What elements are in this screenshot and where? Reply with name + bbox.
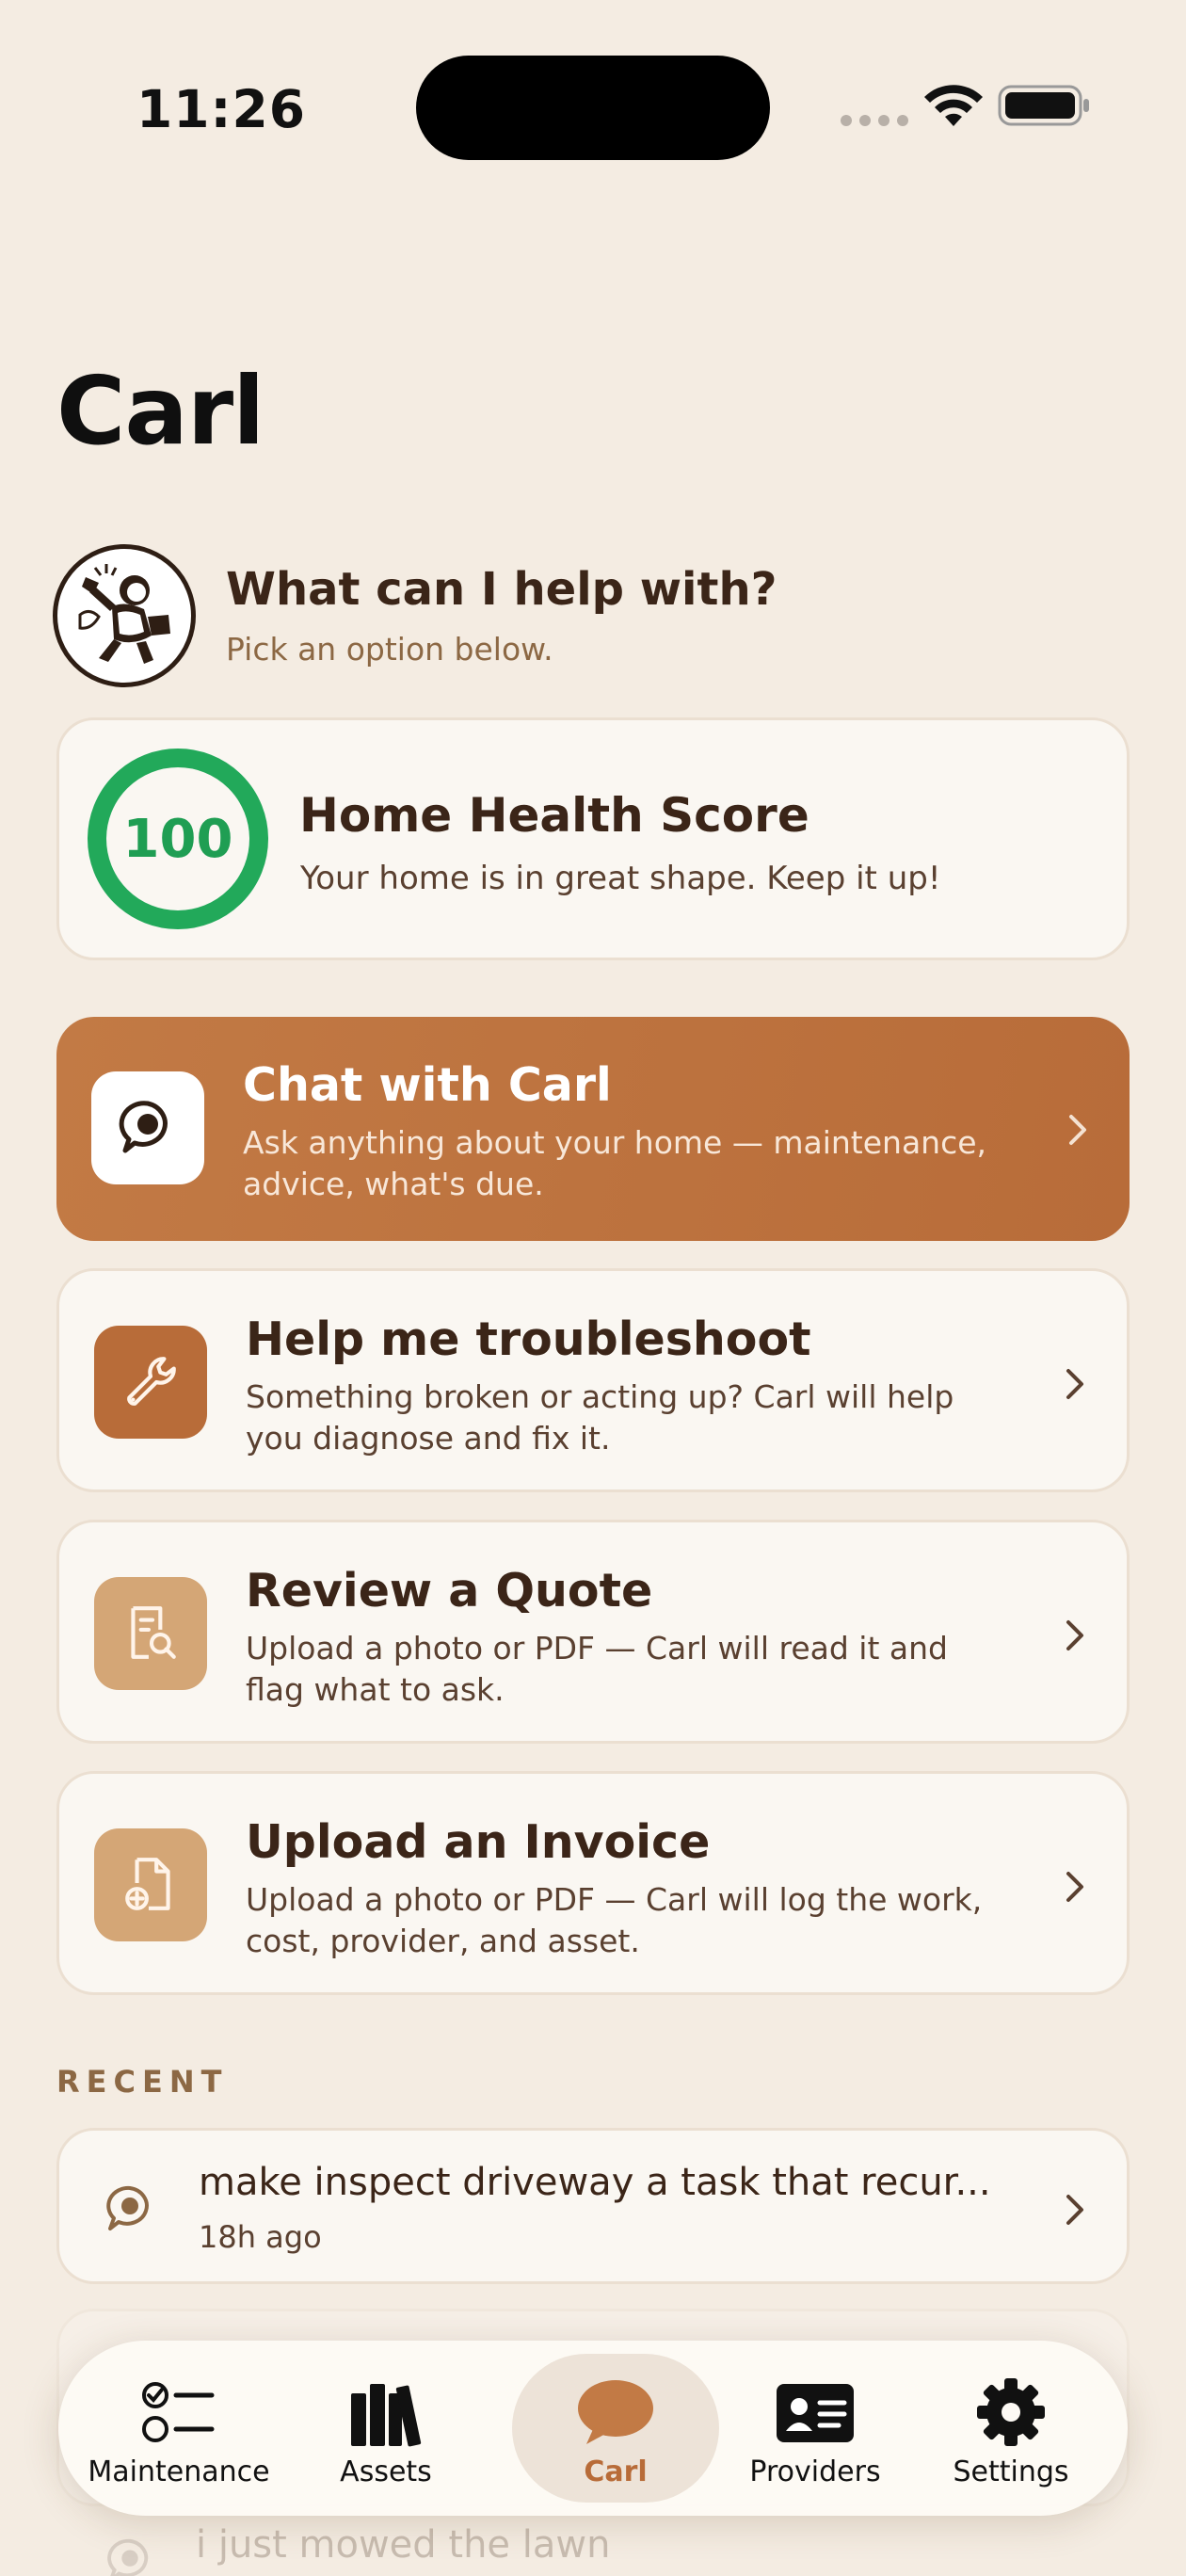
option-description: Ask anything about your home — maintenan… xyxy=(243,1124,987,1202)
help-subtitle: Pick an option below. xyxy=(226,631,553,668)
health-description: Your home is in great shape. Keep it up! xyxy=(300,860,941,897)
tab-maintenance[interactable]: Maintenance xyxy=(75,2341,282,2516)
tab-providers[interactable]: Providers xyxy=(712,2341,919,2516)
option-title: Upload an Invoice xyxy=(246,1815,711,1869)
tab-label: Maintenance xyxy=(88,2455,270,2488)
option-title: Chat with Carl xyxy=(243,1058,612,1112)
chevron-right-icon xyxy=(1069,1115,1086,1145)
tab-label: Assets xyxy=(340,2455,432,2488)
health-score-value: 100 xyxy=(122,808,233,870)
tab-label: Carl xyxy=(584,2455,648,2488)
checklist-icon xyxy=(136,2375,221,2450)
books-icon xyxy=(344,2375,428,2450)
tab-label: Settings xyxy=(953,2455,1069,2488)
carl-mascot-icon xyxy=(62,554,186,678)
document-add-icon xyxy=(94,1828,207,1941)
tab-carl[interactable]: Carl xyxy=(512,2341,719,2516)
gear-icon xyxy=(969,2375,1053,2450)
tab-settings[interactable]: Settings xyxy=(907,2341,1114,2516)
help-title: What can I help with? xyxy=(226,563,777,616)
id-card-icon xyxy=(773,2375,857,2450)
option-description: Something broken or acting up? Carl will… xyxy=(246,1378,954,1457)
chevron-right-icon xyxy=(1066,1369,1083,1399)
review-quote-card[interactable]: Review a Quote Upload a photo or PDF — C… xyxy=(56,1520,1130,1744)
option-title: Review a Quote xyxy=(246,1564,653,1618)
recent-title: make inspect driveway a task that recur.… xyxy=(199,2161,991,2204)
chat-bubble-icon xyxy=(573,2375,658,2450)
status-bar: 11:26 xyxy=(0,0,1186,188)
page-title: Carl xyxy=(56,356,264,466)
battery-icon xyxy=(998,85,1089,126)
chat-bubble-icon xyxy=(106,2185,149,2230)
tab-bar: Maintenance Assets Carl Providers Settin… xyxy=(58,2341,1128,2516)
wifi-icon xyxy=(924,85,983,126)
home-health-card[interactable]: 100 Home Health Score Your home is in gr… xyxy=(56,717,1130,960)
chevron-right-icon xyxy=(1066,1872,1083,1902)
document-search-icon xyxy=(94,1577,207,1690)
tab-label: Providers xyxy=(749,2455,881,2488)
chevron-right-icon xyxy=(1066,1620,1083,1650)
carl-avatar xyxy=(53,544,196,687)
dynamic-island xyxy=(416,56,770,160)
troubleshoot-card[interactable]: Help me troubleshoot Something broken or… xyxy=(56,1268,1130,1492)
wrench-icon xyxy=(94,1326,207,1439)
chevron-right-icon xyxy=(1066,2195,1083,2225)
recent-section-label: RECENT xyxy=(56,2064,229,2100)
health-title: Home Health Score xyxy=(299,788,809,843)
chat-with-carl-card[interactable]: Chat with Carl Ask anything about your h… xyxy=(56,1017,1130,1241)
status-time: 11:26 xyxy=(136,79,307,139)
chat-bubble-icon xyxy=(107,2538,149,2576)
option-title: Help me troubleshoot xyxy=(246,1312,811,1366)
option-description: Upload a photo or PDF — Carl will log th… xyxy=(246,1881,983,1959)
tab-assets[interactable]: Assets xyxy=(282,2341,489,2516)
upload-invoice-card[interactable]: Upload an Invoice Upload a photo or PDF … xyxy=(56,1771,1130,1995)
recent-title[interactable]: i just mowed the lawn xyxy=(196,2523,610,2567)
recent-conversation-item[interactable]: make inspect driveway a task that recur.… xyxy=(56,2128,1130,2284)
chat-bubble-icon xyxy=(91,1071,204,1184)
cellular-signal-icon xyxy=(841,115,908,126)
recent-time: 18h ago xyxy=(199,2219,322,2255)
option-description: Upload a photo or PDF — Carl will read i… xyxy=(246,1630,948,1708)
